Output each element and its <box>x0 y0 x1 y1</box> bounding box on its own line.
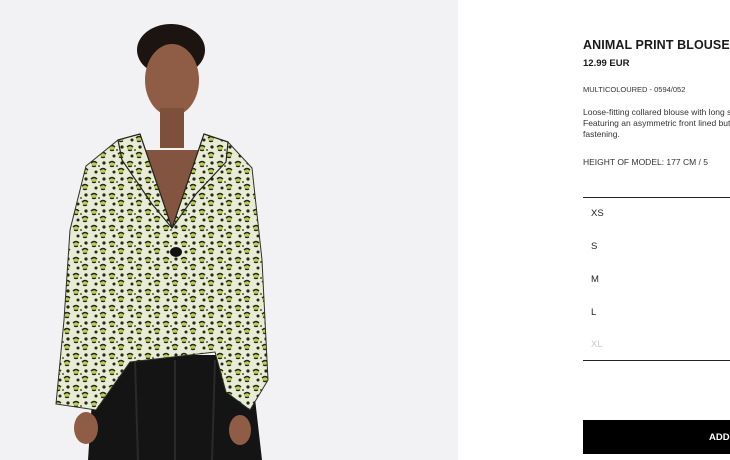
size-option-s[interactable]: S <box>591 241 597 252</box>
product-title: ANIMAL PRINT BLOUSE <box>583 38 730 52</box>
size-option-xs[interactable]: XS <box>591 208 604 219</box>
model-photo <box>55 24 269 460</box>
product-price: 12.99 EUR <box>583 58 630 69</box>
product-details-panel: ANIMAL PRINT BLOUSE 12.99 EUR MULTICOLOU… <box>583 0 730 460</box>
model-height: HEIGHT OF MODEL: 177 CM / 5 <box>583 157 709 167</box>
product-image[interactable] <box>0 0 458 460</box>
size-option-m[interactable]: M <box>591 274 599 285</box>
product-colour-reference: MULTICOLOURED - 0594/052 <box>583 85 686 94</box>
product-description: Loose-fitting collared blouse with long … <box>583 107 730 139</box>
size-option-xl: XL <box>591 339 603 350</box>
size-selector: XS S M L XL <box>583 197 730 361</box>
add-to-basket-button[interactable]: ADD <box>583 420 730 454</box>
size-option-l[interactable]: L <box>591 307 596 318</box>
